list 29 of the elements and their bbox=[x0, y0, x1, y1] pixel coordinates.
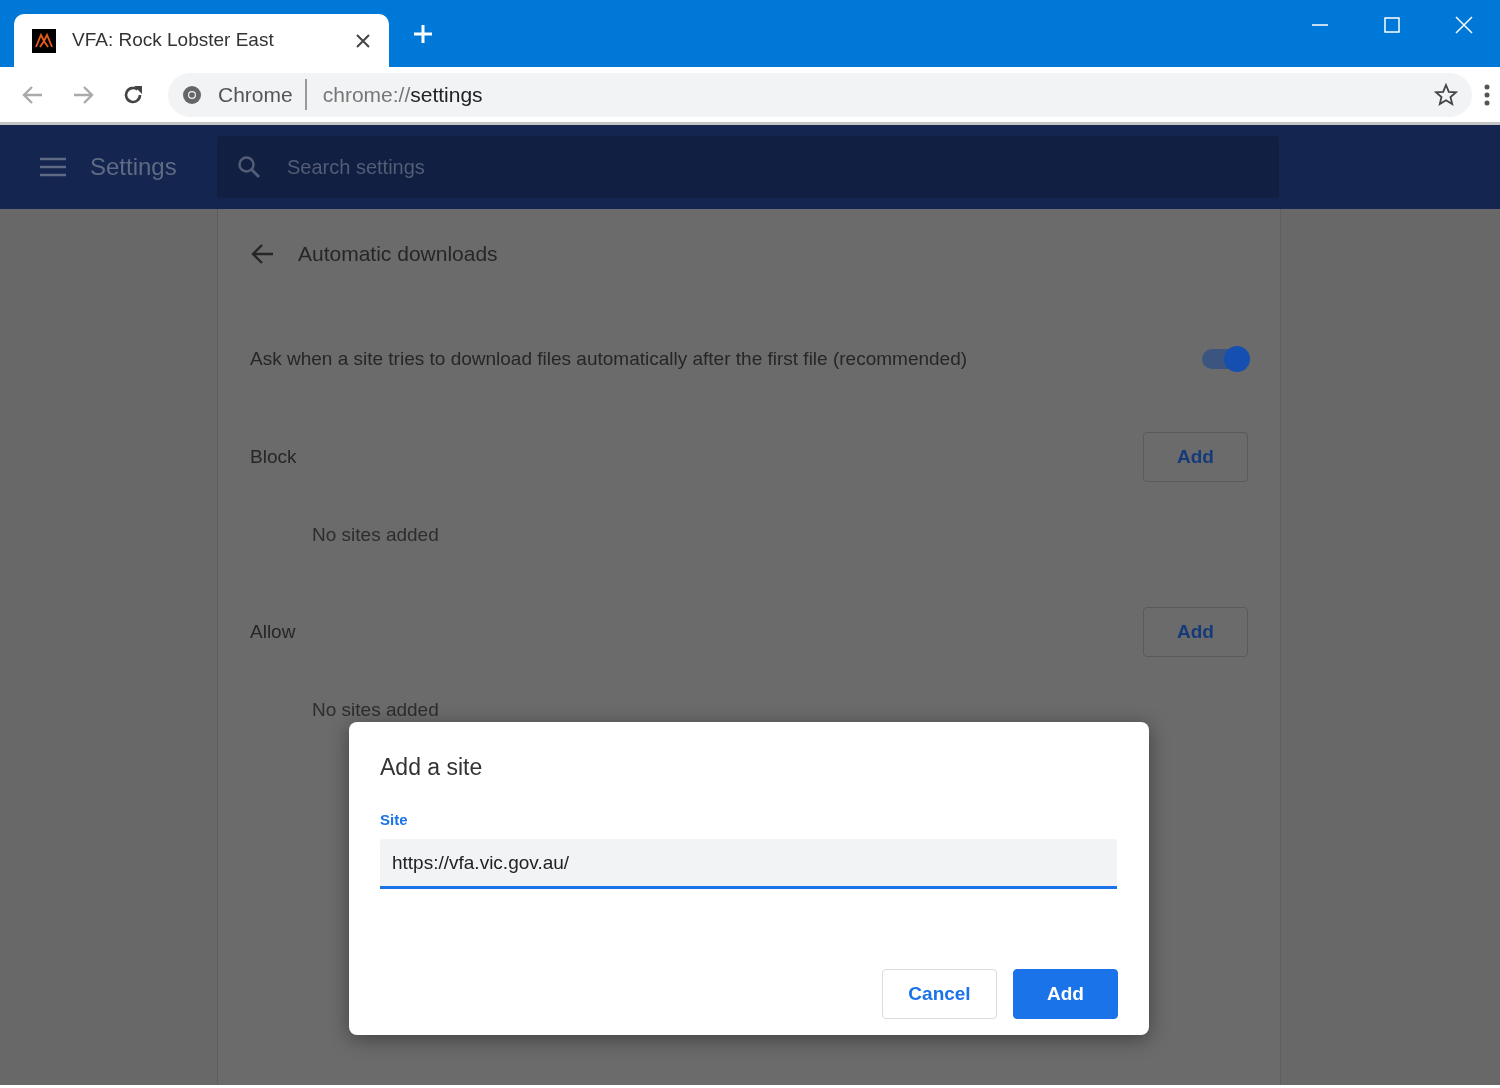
browser-tab[interactable]: VFA: Rock Lobster East bbox=[14, 14, 389, 67]
settings-title: Settings bbox=[90, 152, 177, 182]
tab-title: VFA: Rock Lobster East bbox=[72, 28, 275, 53]
site-input-field[interactable]: https://vfa.vic.gov.au/ bbox=[380, 839, 1117, 889]
close-icon[interactable] bbox=[355, 32, 371, 49]
cancel-button[interactable]: Cancel bbox=[882, 969, 997, 1019]
empty-message: No sites added bbox=[311, 698, 440, 722]
url-text: chrome://settings bbox=[322, 81, 484, 108]
menu-icon[interactable] bbox=[40, 157, 66, 177]
setting-label: Ask when a site tries to download files automatically after the first file (recommended) bbox=[250, 346, 968, 371]
maximize-icon[interactable] bbox=[1384, 17, 1400, 33]
plus-icon[interactable] bbox=[413, 24, 433, 44]
section-title: Allow bbox=[250, 619, 296, 644]
search-icon bbox=[237, 155, 261, 179]
menu-dots-icon[interactable] bbox=[1484, 83, 1490, 106]
chrome-logo-icon bbox=[182, 84, 202, 105]
page-title: Automatic downloads bbox=[298, 241, 498, 268]
field-label: Site bbox=[380, 809, 409, 830]
add-button[interactable]: Add bbox=[1013, 969, 1118, 1019]
star-icon[interactable] bbox=[1434, 82, 1458, 107]
dialog-title: Add a site bbox=[380, 753, 484, 782]
search-field[interactable]: Search settings bbox=[285, 151, 1185, 183]
section-title: Block bbox=[250, 444, 297, 469]
empty-message: No sites added bbox=[311, 523, 440, 547]
search-bar[interactable]: Search settings bbox=[217, 136, 1279, 198]
back-arrow-icon[interactable] bbox=[250, 243, 274, 265]
toggle-switch[interactable] bbox=[1202, 349, 1248, 369]
address-bar[interactable]: Chrome chrome://settings bbox=[168, 72, 1472, 117]
site-chip: Chrome bbox=[218, 78, 307, 111]
